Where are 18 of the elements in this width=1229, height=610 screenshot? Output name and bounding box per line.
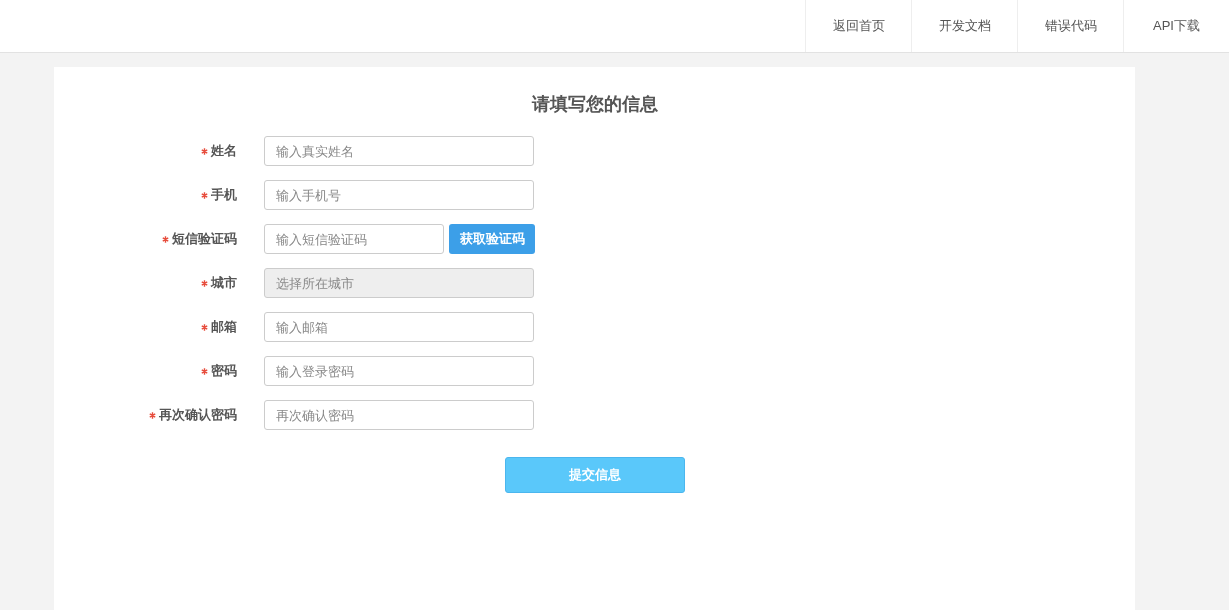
form-title: 请填写您的信息	[530, 93, 659, 116]
field-label: 姓名	[211, 142, 237, 161]
input-field[interactable]: 输入真实姓名	[264, 136, 534, 166]
input-field[interactable]: 输入邮箱	[264, 312, 534, 342]
field-label: 城市	[211, 274, 237, 293]
input-field[interactable]: 输入手机号	[264, 180, 534, 210]
input-field[interactable]: 再次确认密码	[264, 400, 534, 430]
field-label: 密码	[211, 362, 237, 381]
field-label: 手机	[211, 186, 237, 205]
nav-link[interactable]: 错误代码	[1017, 0, 1123, 52]
field-label: 邮箱	[211, 318, 237, 337]
nav-link[interactable]: 开发文档	[911, 0, 1017, 52]
nav-link[interactable]: API下载	[1123, 0, 1229, 52]
input-field[interactable]: 输入登录密码	[264, 356, 534, 386]
nav-link[interactable]: 返回首页	[805, 0, 911, 52]
field-label: 短信验证码	[172, 230, 237, 249]
input-field[interactable]: 输入短信验证码	[264, 224, 444, 254]
field-label: 再次确认密码	[159, 406, 237, 425]
